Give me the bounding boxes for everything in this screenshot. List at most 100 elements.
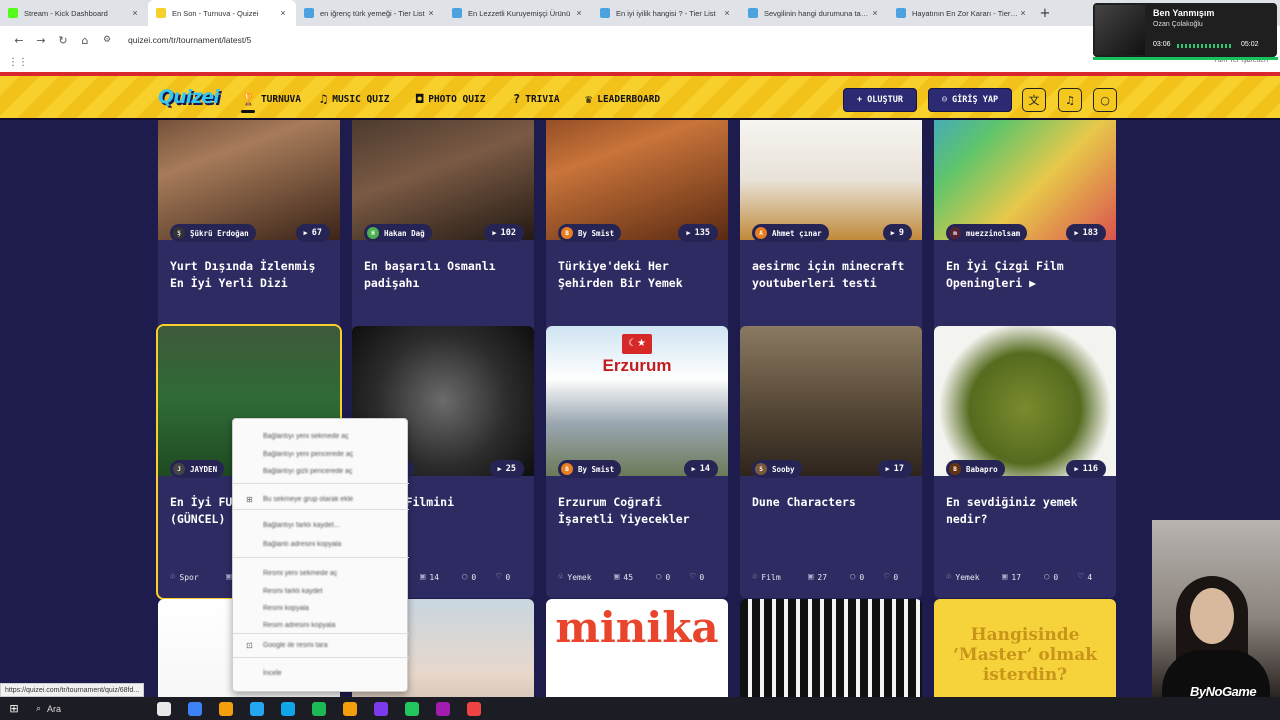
close-icon[interactable]: × xyxy=(426,8,436,18)
nav-music-quiz[interactable]: ♫ MUSIC QUIZ xyxy=(320,92,389,106)
quiz-title[interactable]: Yurt Dışında İzlenmiş En İyi Yerli Dizi xyxy=(170,258,335,292)
context-menu-item[interactable]: Bağlantıyı gizli pencerede aç xyxy=(263,468,353,475)
comment-icon: ○ xyxy=(462,572,468,582)
context-menu-item[interactable]: Bağlantı adresini kopyala xyxy=(263,541,341,548)
quiz-title[interactable]: aesirmc için minecraft youtuberleri test… xyxy=(752,258,917,292)
apps-grid-icon[interactable]: ⋮⋮ xyxy=(8,57,28,68)
quiz-title[interactable]: Türkiye'deki Her Şehirden Bir Yemek xyxy=(558,258,723,292)
quiz-title[interactable]: En İyi Çizgi Film Openingleri ▶ xyxy=(946,258,1111,292)
close-icon[interactable]: × xyxy=(722,8,732,18)
quiz-title[interactable]: Dune Characters xyxy=(752,494,917,511)
context-menu-item[interactable]: Resmi farklı kaydet xyxy=(263,588,323,595)
new-tab-icon[interactable]: + xyxy=(1036,6,1054,21)
quiz-thumbnail[interactable] xyxy=(740,326,922,476)
taskbar-app-icon[interactable] xyxy=(148,697,179,720)
browser-tab[interactable]: En Son - Turnuva - Quizei × xyxy=(148,0,296,26)
taskbar-app-icon[interactable] xyxy=(365,697,396,720)
quiz-thumbnail[interactable] xyxy=(158,120,340,240)
tab-title: En iyi iyilik hangisi ? - Tier List xyxy=(616,8,716,18)
taskbar-app-icon[interactable] xyxy=(334,697,365,720)
tab-title: En Lezzetli Kuruyemişçi Ürünü xyxy=(468,8,571,18)
quiz-thumbnail[interactable] xyxy=(934,326,1116,476)
nav-photo-quiz[interactable]: ◘ PHOTO QUIZ xyxy=(416,92,485,106)
browser-tab[interactable]: Hayatının En Zor Kararı - Tier List × xyxy=(888,0,1036,26)
total-time: 05:02 xyxy=(1241,41,1259,48)
song-title: Ben Yanmışım xyxy=(1153,8,1215,18)
author-badge[interactable]: J JAYDEN xyxy=(170,460,225,478)
bell-icon[interactable]: ♫ xyxy=(1058,88,1082,112)
taskbar-app-icon[interactable] xyxy=(179,697,210,720)
play-icon: ▶ xyxy=(492,229,497,237)
context-menu-item[interactable]: Bağlantıyı yeni sekmede aç xyxy=(263,433,349,440)
browser-tab[interactable]: En Lezzetli Kuruyemişçi Ürünü × xyxy=(444,0,592,26)
quiz-title[interactable]: Erzurum Coğrafi İşaretli Yiyecekler xyxy=(558,494,723,528)
quiz-card[interactable]: B Babapro ▶ 116 En sevdiğiniz yemek nedir… xyxy=(934,326,1116,598)
taskbar-app-icon[interactable] xyxy=(272,697,303,720)
context-menu-item[interactable]: Resim adresini kopyala xyxy=(263,622,335,629)
taskbar-app-icon[interactable] xyxy=(458,697,489,720)
quiz-thumbnail[interactable] xyxy=(352,120,534,240)
quiz-card[interactable]: minika xyxy=(546,599,728,697)
quiz-card[interactable]: ☾★ Erzurum B By Smist ▶ 14 Erzurum Coğraf… xyxy=(546,326,728,598)
author-badge[interactable]: m muezzinolsam xyxy=(946,224,1028,242)
nav-turnuva[interactable]: 🏆 TURNUVA xyxy=(241,92,301,113)
quiz-card[interactable]: S Sooby ▶ 17 Dune Characters ♧ Film ▣ 27 ○ 0… xyxy=(740,326,922,598)
context-menu-item[interactable]: Resmi yeni sekmede aç xyxy=(263,570,337,577)
avatar: H xyxy=(367,227,379,239)
close-icon[interactable]: × xyxy=(1018,8,1028,18)
reload-icon[interactable]: ↻ xyxy=(52,34,74,47)
browser-tab[interactable]: en iğrenç türk yemeği - Tier List × xyxy=(296,0,444,26)
context-menu-item[interactable]: Resmi kopyala xyxy=(263,605,309,612)
context-menu-item[interactable]: Bağlantıyı yeni pencerede aç xyxy=(263,451,353,458)
lens-icon: ⊡ xyxy=(246,641,253,650)
author-badge[interactable]: B By Smist xyxy=(558,224,622,242)
search-icon[interactable]: ○ xyxy=(1093,88,1117,112)
nav-leaderboard[interactable]: ♛ LEADERBOARD xyxy=(585,92,660,106)
context-menu-item[interactable]: Bu sekmeye grup olarak ekle xyxy=(263,496,353,503)
quiz-thumbnail[interactable] xyxy=(934,120,1116,240)
quizei-logo[interactable]: Quizei xyxy=(158,86,220,108)
browser-tab[interactable]: Sevgilinin hangi durumuna tahammül × xyxy=(740,0,888,26)
taskbar-app-icon[interactable] xyxy=(210,697,241,720)
url-field[interactable]: quizei.com/tr/tournament/latest/5 xyxy=(128,35,251,45)
quiz-thumbnail[interactable] xyxy=(740,120,922,240)
quiz-card[interactable] xyxy=(740,599,922,697)
taskbar-app-icon[interactable] xyxy=(241,697,272,720)
quiz-card[interactable]: Hangisinde ‘Master’ olmak isterdin? xyxy=(934,599,1116,697)
author-badge[interactable]: B Babapro xyxy=(946,460,1005,478)
quiz-thumbnail[interactable] xyxy=(546,120,728,240)
close-icon[interactable]: × xyxy=(278,8,288,18)
browser-tab[interactable]: En iyi iyilik hangisi ? - Tier List × xyxy=(592,0,740,26)
taskbar-app-icon[interactable] xyxy=(303,697,334,720)
browser-tab[interactable]: Stream - Kick Dashboard × xyxy=(0,0,148,26)
play-count: ▶ 183 xyxy=(1066,224,1106,242)
author-badge[interactable]: Ş Şükrü Erdoğan xyxy=(170,224,256,242)
taskbar-app-icon[interactable] xyxy=(427,697,458,720)
nav-trivia[interactable]: ? TRIVIA xyxy=(513,92,560,106)
back-icon[interactable]: ← xyxy=(8,34,30,47)
quiz-thumbnail[interactable] xyxy=(740,599,922,697)
site-info-icon[interactable]: ⚙ xyxy=(96,35,118,45)
quiz-title[interactable]: En başarılı Osmanlı padişahı xyxy=(364,258,529,292)
close-icon[interactable]: × xyxy=(574,8,584,18)
taskbar-app-icon[interactable] xyxy=(396,697,427,720)
author-badge[interactable]: H Hakan Dağ xyxy=(364,224,432,242)
quiz-meta: ♧ Yemek ▣ 45 ○ 0 ♡ 0 xyxy=(558,572,705,582)
windows-start-icon[interactable]: ⊞ xyxy=(0,702,28,715)
author-badge[interactable]: B By Smist xyxy=(558,460,622,478)
author-badge[interactable]: A Ahmet çınar xyxy=(752,224,829,242)
forward-icon[interactable]: → xyxy=(30,34,52,47)
context-menu-item[interactable]: İncele xyxy=(263,670,282,677)
close-icon[interactable]: × xyxy=(870,8,880,18)
context-menu-item[interactable]: Google ile resmi tara xyxy=(263,642,328,649)
home-icon[interactable]: ⌂ xyxy=(74,34,96,47)
quiz-title[interactable]: En sevdiğiniz yemek nedir? xyxy=(946,494,1111,528)
language-icon[interactable]: 文 xyxy=(1022,88,1046,112)
author-badge[interactable]: S Sooby xyxy=(752,460,802,478)
heart-icon: ♡ xyxy=(884,572,890,582)
close-icon[interactable]: × xyxy=(130,8,140,18)
taskbar-search[interactable]: ⌕ Ara xyxy=(28,697,148,720)
context-menu-item[interactable]: Bağlantıyı farklı kaydet... xyxy=(263,522,340,529)
login-button[interactable]: ☺ GİRİŞ YAP xyxy=(928,88,1012,112)
create-button[interactable]: + OLUŞTUR xyxy=(843,88,917,112)
